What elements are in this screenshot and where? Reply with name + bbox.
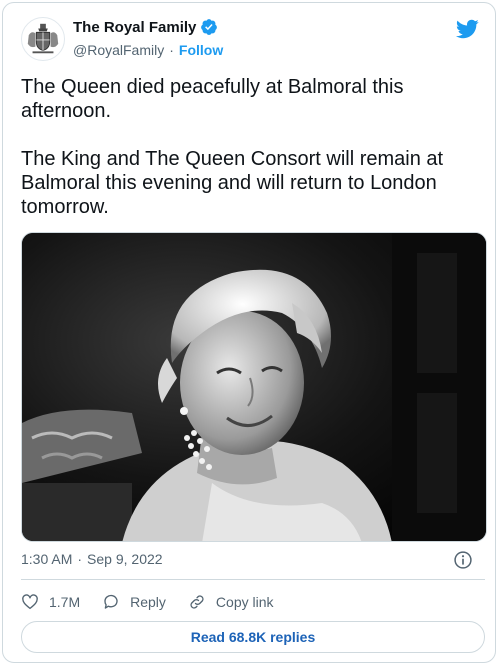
handle-separator: · [169,42,174,58]
reply-label: Reply [130,594,166,610]
timestamp-separator: · [77,551,83,567]
tweet-time[interactable]: 1:30 AM [21,551,72,567]
reply-button[interactable]: Reply [102,593,166,611]
like-button[interactable]: 1.7M [21,593,80,611]
copy-link-label: Copy link [215,594,274,610]
handle-row: @RoyalFamily · Follow [73,42,223,58]
queen-portrait-image [22,233,486,541]
info-icon[interactable] [453,550,473,570]
heart-icon [22,594,38,610]
tweet-date[interactable]: Sep 9, 2022 [87,551,163,567]
account-name-row[interactable]: The Royal Family [73,18,218,36]
follow-button[interactable]: Follow [179,42,223,58]
copy-link-button[interactable]: Copy link [188,593,274,611]
tweet-photo[interactable] [21,232,487,542]
verified-badge-icon [201,19,218,35]
like-count: 1.7M [49,594,81,610]
twitter-bird-icon[interactable] [455,17,479,41]
reply-icon [104,594,118,609]
tweet-text: The Queen died peacefully at Balmoral th… [21,76,444,218]
avatar[interactable] [21,17,65,61]
royal-coat-of-arms-icon [27,23,59,54]
divider [21,579,485,580]
display-name[interactable]: The Royal Family [73,19,196,36]
tweet-actions: 1.7M Reply Copy link [21,591,296,613]
tweet-card: The Royal Family @RoyalFamily · Follow T… [2,2,496,663]
tweet-timestamp[interactable]: 1:30 AM · Sep 9, 2022 [21,551,163,567]
account-handle[interactable]: @RoyalFamily [73,42,164,58]
link-icon [190,595,204,609]
read-replies-button[interactable]: Read 68.8K replies [21,621,485,653]
